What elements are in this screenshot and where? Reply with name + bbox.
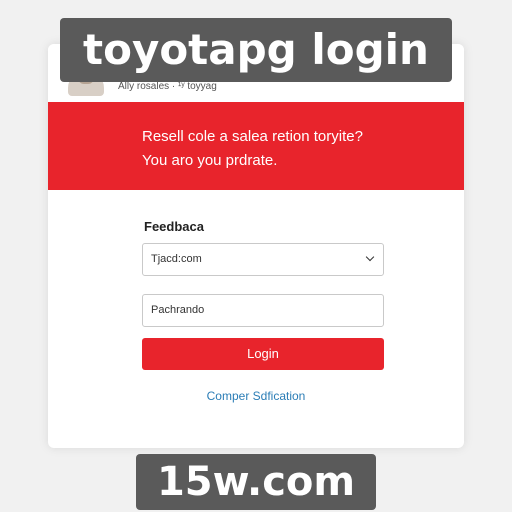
- password-field[interactable]: Pachrando: [142, 294, 384, 327]
- domain-select[interactable]: Tjacd:com: [142, 243, 384, 276]
- password-field-value: Pachrando: [151, 304, 205, 316]
- login-card: Ally rosales · ¹ʸ toyyag Resell cole a s…: [48, 44, 464, 448]
- banner-line-1: Resell cole a salea retion toryite?: [142, 128, 363, 145]
- login-button[interactable]: Login: [142, 338, 384, 370]
- footer-link[interactable]: Comper Sdfication: [48, 389, 464, 403]
- chevron-down-icon: [365, 252, 375, 262]
- form-label: Feedbaca: [144, 219, 204, 234]
- select-value: Tjacd:com: [151, 253, 202, 265]
- header-caption: Ally rosales · ¹ʸ toyyag: [118, 81, 217, 92]
- alert-banner: Resell cole a salea retion toryite? You …: [48, 102, 464, 190]
- domain-overlay: 15w.com: [136, 454, 376, 510]
- banner-line-2: You aro you prdrate.: [142, 152, 278, 169]
- title-overlay: toyotapg login: [60, 18, 452, 82]
